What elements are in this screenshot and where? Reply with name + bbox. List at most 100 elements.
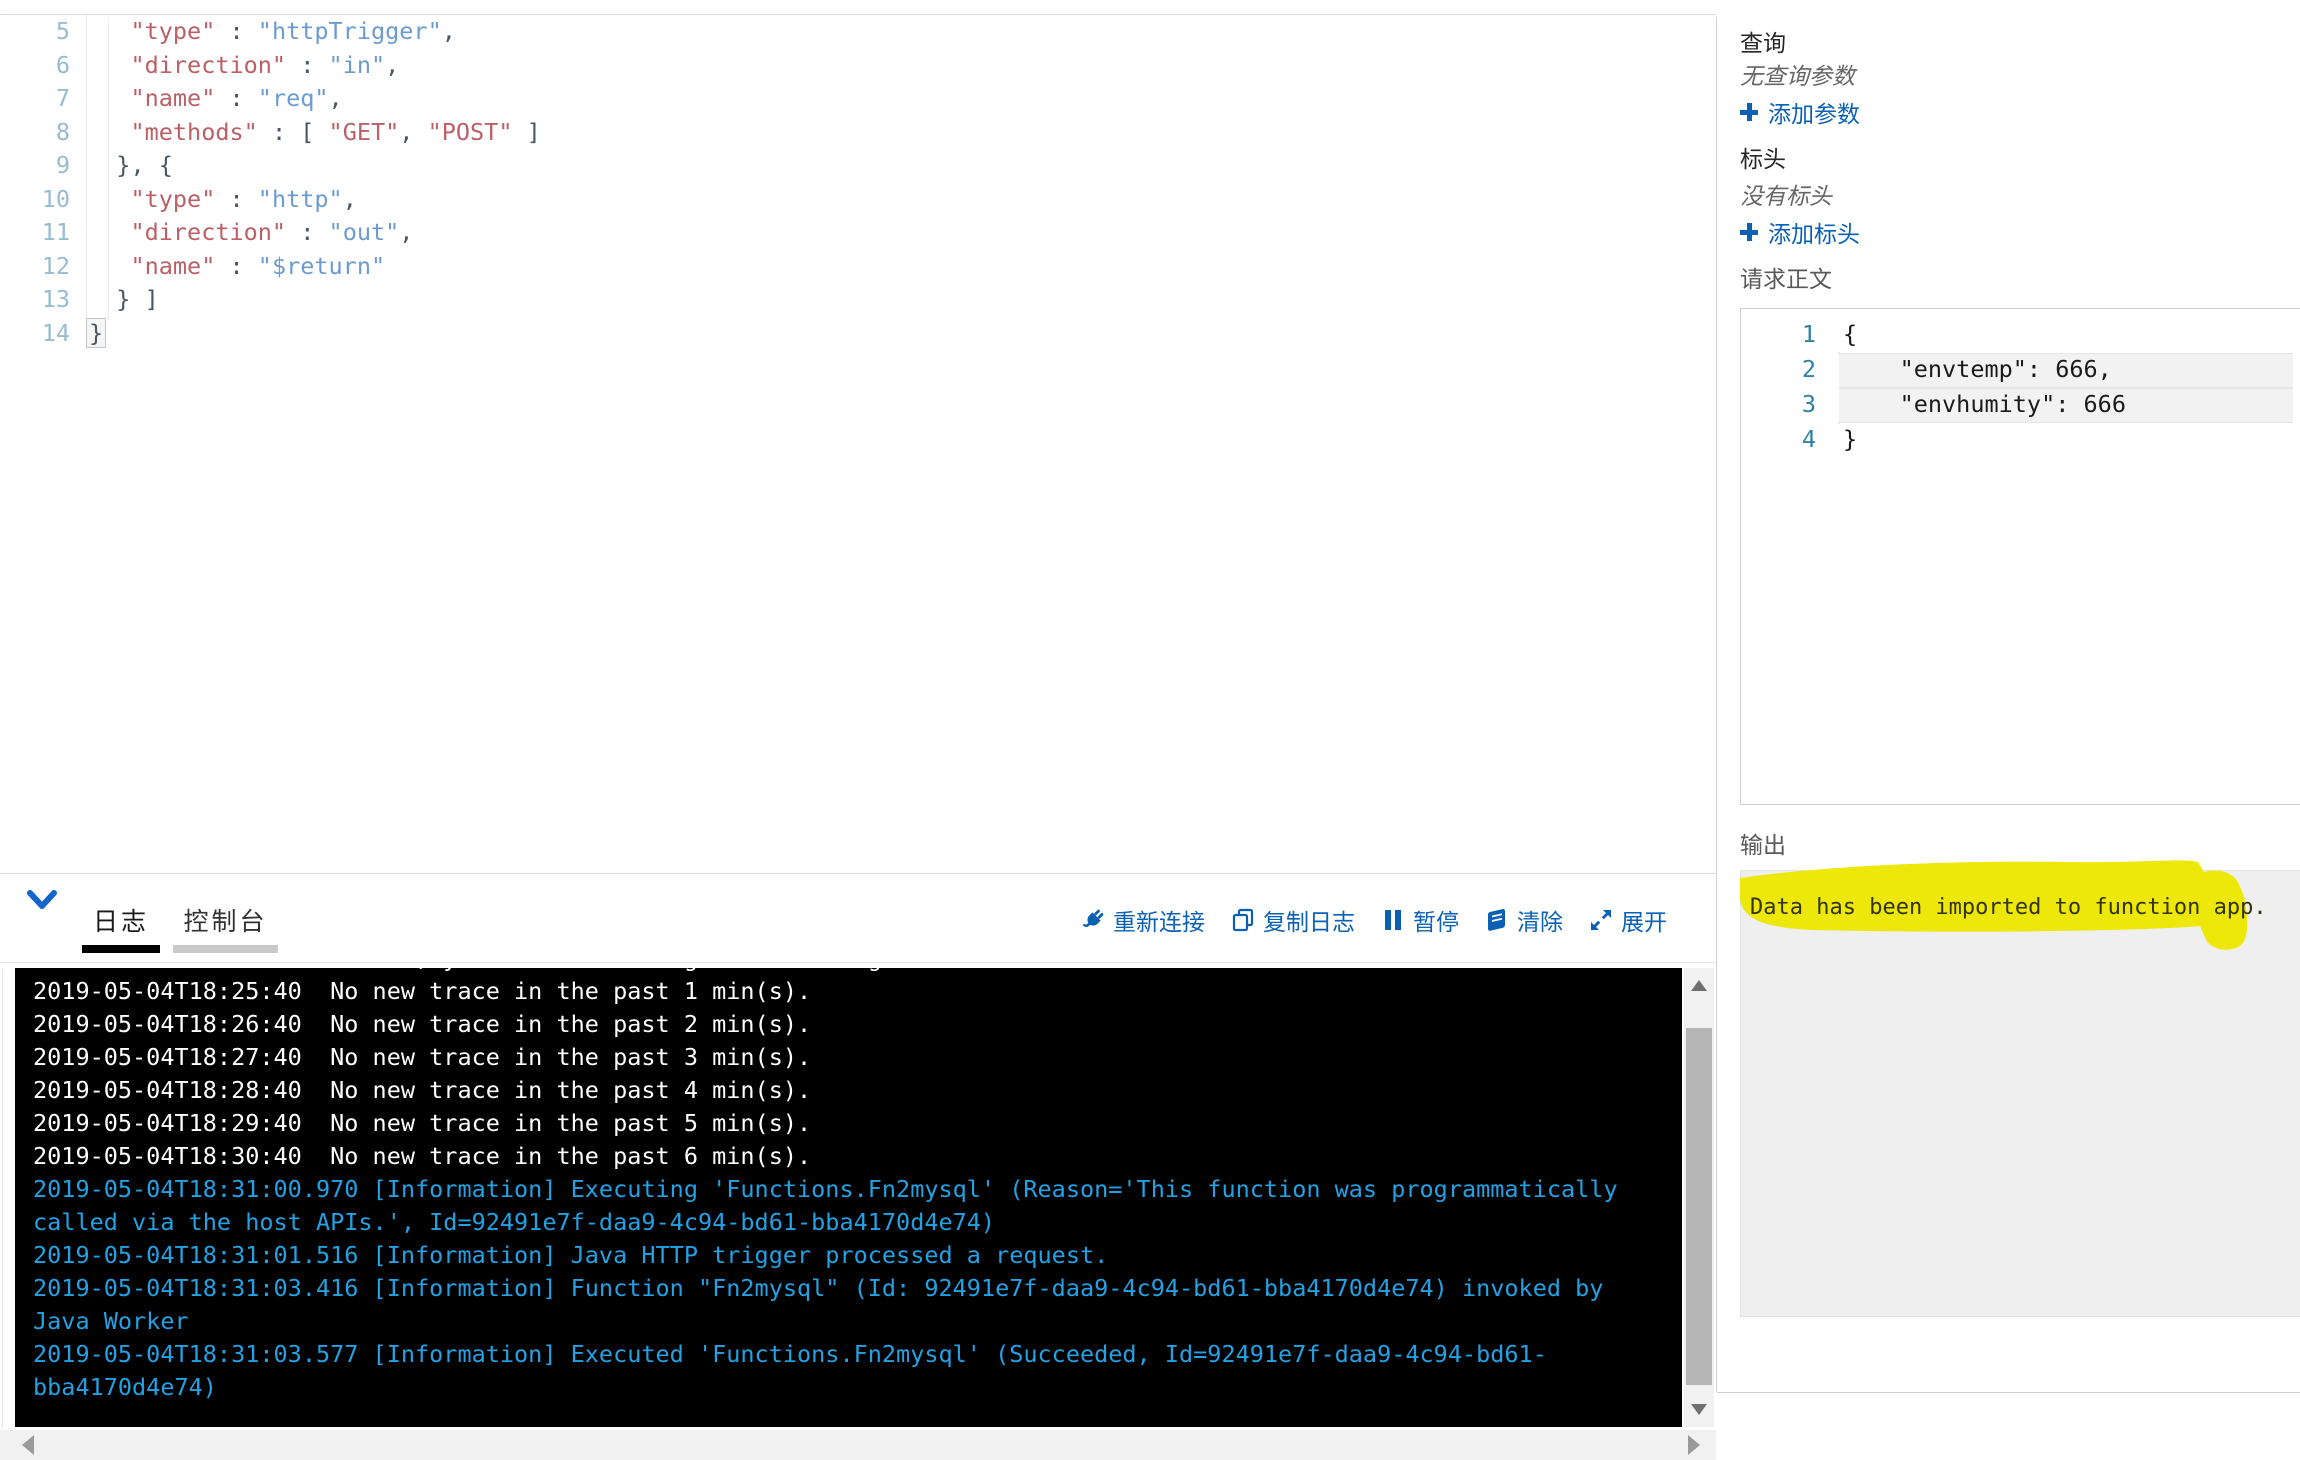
line-number: 8 (55, 117, 70, 146)
code-token: : (215, 17, 258, 45)
tab-logs[interactable]: 日志 (82, 874, 160, 963)
gutter-separator (86, 182, 87, 216)
scrollbar-thumb[interactable] (1686, 1028, 1712, 1385)
console-log-entry: 2019-05-04T18:31:03.577 [Information] Ex… (33, 1340, 1547, 1401)
request-body-line[interactable]: 4} (1741, 422, 2300, 457)
plus-icon (1738, 101, 1760, 123)
toolbar-button-clear[interactable]: 清除 (1484, 903, 1563, 937)
console-log-entry: 2019-05-04T18:31:03.416 [Information] Fu… (33, 1274, 1618, 1335)
line-number: 10 (41, 184, 70, 213)
code-token: "POST" (427, 117, 513, 146)
right-panel-bottom-border (1717, 1392, 2300, 1393)
code-token: }, { (88, 151, 173, 179)
toolbar-button-plug[interactable]: 重新连接 (1080, 903, 1205, 937)
code-text: "direction" : "in", (88, 49, 399, 83)
code-line[interactable]: 5 "type" : "httpTrigger", (0, 15, 1710, 49)
line-number: 12 (41, 251, 70, 280)
code-token: , (399, 218, 414, 246)
scroll-right-arrow-icon[interactable] (1688, 1435, 1700, 1455)
plug-icon (1080, 907, 1106, 933)
code-token: , (399, 117, 428, 146)
horizontal-scrollbar[interactable] (0, 1430, 1716, 1460)
console-log-entry: 2019-05-04T18:31:00.970 [Information] Ex… (33, 1175, 1632, 1236)
code-token: "type" (130, 184, 216, 213)
log-console[interactable]: , y g g 2019-05-04T18:25:40 No new trace … (15, 968, 1682, 1427)
code-line[interactable]: 9 }, { (0, 149, 1710, 183)
line-number: 4 (1801, 425, 1816, 453)
output-message: Data has been imported to function app. (1750, 895, 2267, 920)
code-text: "type" : "http", (88, 183, 356, 217)
scroll-left-arrow-icon[interactable] (22, 1435, 34, 1455)
query-section-title: 查询 (1740, 30, 1786, 56)
chevron-down-icon[interactable] (24, 886, 60, 914)
code-token: , (328, 84, 343, 112)
toolbar-button-label: 重新连接 (1113, 909, 1205, 935)
code-text: "direction" : "out", (88, 216, 413, 250)
toolbar-button-label: 展开 (1621, 909, 1667, 935)
code-text: "envhumity": 666 (1843, 390, 2126, 418)
code-token: "direction" (130, 218, 287, 246)
console-vertical-scrollbar[interactable] (1684, 968, 1714, 1427)
add-parameter-label: 添加参数 (1768, 101, 1860, 127)
code-text: "methods" : [ "GET", "POST" ] (88, 116, 540, 150)
console-log-entry: 2019-05-04T18:31:01.516 [Information] Ja… (33, 1241, 1109, 1269)
code-line[interactable]: 12 "name" : "$return" (0, 249, 1710, 284)
line-number: 5 (55, 17, 70, 45)
code-token: "type" (130, 17, 216, 45)
clear-icon (1484, 907, 1510, 933)
toolbar-button-label: 暂停 (1413, 909, 1459, 935)
scroll-up-arrow-icon[interactable] (1691, 980, 1707, 991)
plus-icon (1738, 221, 1760, 243)
code-token: } ] (88, 285, 159, 313)
console-log-line: 2019-05-04T18:29:40 No new trace in the … (33, 1109, 812, 1137)
line-number: 3 (1801, 390, 1816, 418)
code-text: }, { (88, 149, 173, 183)
code-line[interactable]: 8 "methods" : [ "GET", "POST" ] (0, 115, 1710, 150)
gutter-separator (86, 216, 87, 250)
code-line[interactable]: 14} (0, 316, 1710, 351)
code-line[interactable]: 7 "name" : "req", (0, 82, 1710, 116)
code-line[interactable]: 10 "type" : "http", (0, 182, 1710, 217)
code-line[interactable]: 13 } ] (0, 283, 1710, 317)
toolbar-button-pause[interactable]: 暂停 (1380, 903, 1459, 937)
console-log-line: 2019-05-04T18:30:40 No new trace in the … (33, 1142, 812, 1170)
function-json-editor[interactable]: 5 "type" : "httpTrigger", 6 "direction" :… (0, 15, 1710, 873)
code-line[interactable]: 11 "direction" : "out", (0, 216, 1710, 250)
add-header-label: 添加标头 (1768, 221, 1860, 247)
line-number: 2 (1801, 355, 1816, 383)
gutter-separator (86, 48, 87, 82)
code-text: "name" : "$return" (88, 250, 385, 284)
gutter-separator (86, 249, 87, 283)
console-partial-line: , y g g (33, 968, 1653, 975)
log-panel-header: 日志 控制台 重新连接 复制日志 暂停 清除 展开 (0, 873, 1716, 969)
toolbar-button-expand[interactable]: 展开 (1588, 903, 1667, 937)
toolbar-button-copy[interactable]: 复制日志 (1230, 903, 1355, 937)
request-body-editor[interactable]: 1{2 "envtemp": 666, 3 "envhumity": 666 4} (1740, 308, 2300, 805)
add-header-button[interactable]: 添加标头 (1738, 215, 1860, 249)
code-token: "direction" (130, 50, 287, 79)
tab-console[interactable]: 控制台 (173, 874, 278, 963)
code-line[interactable]: 6 "direction" : "in", (0, 48, 1710, 83)
request-body-line[interactable]: 1{ (1741, 317, 2300, 352)
gutter-separator (86, 82, 87, 116)
code-token: : (286, 50, 329, 79)
code-token: "name" (130, 84, 216, 112)
toolbar-button-label: 清除 (1517, 909, 1563, 935)
code-token: "methods" (130, 117, 258, 146)
scroll-down-arrow-icon[interactable] (1691, 1404, 1707, 1415)
code-token: "req" (257, 84, 329, 112)
request-body-line[interactable]: 2 "envtemp": 666, (1741, 352, 2300, 388)
code-text: } (86, 317, 107, 351)
request-body-line[interactable]: 3 "envhumity": 666 (1741, 387, 2300, 423)
add-parameter-button[interactable]: 添加参数 (1738, 95, 1860, 129)
query-empty-text: 无查询参数 (1740, 63, 1855, 89)
code-text: "envtemp": 666, (1843, 355, 2112, 383)
code-token: "name" (130, 251, 216, 280)
code-token: : (286, 218, 329, 246)
tab-console-label: 控制台 (183, 908, 268, 936)
tab-logs-label: 日志 (92, 908, 149, 936)
